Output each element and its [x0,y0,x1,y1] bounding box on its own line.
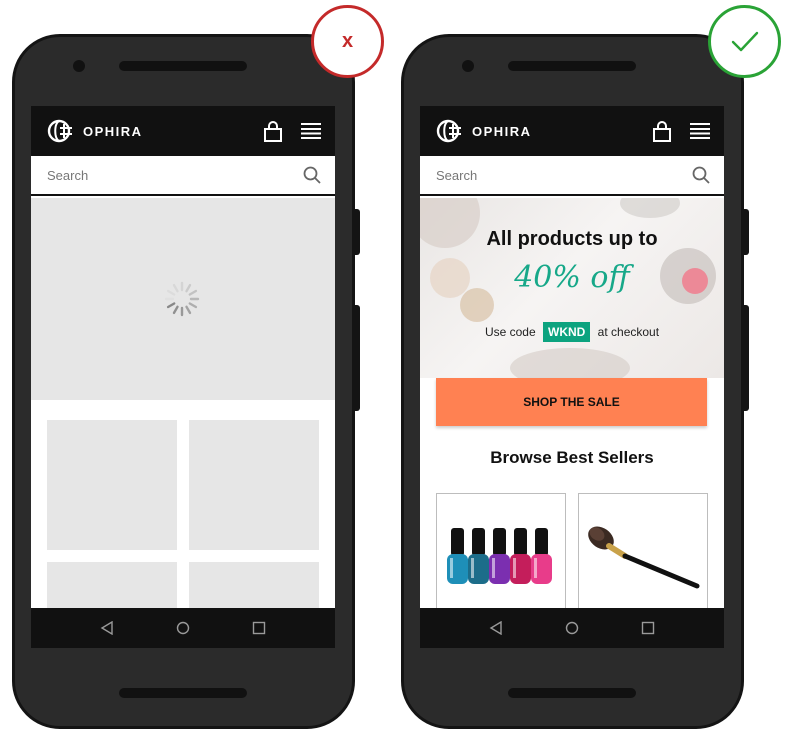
makeup-palette-decoration [510,348,630,378]
section-title: Browse Best Sellers [490,448,654,467]
promo-code-line: Use code WKND at checkout [420,322,724,342]
power-button [354,305,360,411]
phone-bottom-speaker [119,688,247,698]
loading-product-placeholder [189,420,319,550]
loading-hero-placeholder [31,198,335,400]
search-icon[interactable] [692,166,710,184]
phone-screen: OPHIRA Search [420,106,724,648]
search-bar[interactable]: Search [420,156,724,196]
phone-bad-example: OPHIRA Search [12,34,360,729]
search-input[interactable]: Search [436,168,692,183]
search-input[interactable]: Search [47,168,303,183]
shop-the-sale-button[interactable]: SHOP THE SALE [436,378,707,426]
shopping-bag-icon[interactable] [652,119,672,143]
ophira-logo-icon[interactable] [436,118,462,144]
recents-icon[interactable] [641,621,655,635]
brand-name: OPHIRA [472,123,532,139]
sale-hero-banner[interactable]: All products up to 40% off Use code WKND… [420,198,724,378]
phone-speaker [508,61,636,71]
good-example-badge [708,5,781,78]
power-button [743,305,749,411]
volume-button [354,209,360,255]
front-camera [73,60,85,72]
shopping-bag-icon[interactable] [263,119,283,143]
back-icon[interactable] [100,621,114,635]
recents-icon[interactable] [252,621,266,635]
hero-discount: 40% off [514,260,630,295]
checkmark-icon [731,31,758,51]
android-nav-bar [31,608,335,648]
front-camera [462,60,474,72]
volume-button [743,209,749,255]
x-mark: x [341,30,354,52]
hamburger-menu-icon[interactable] [690,122,710,140]
android-nav-bar [420,608,724,648]
search-icon[interactable] [303,166,321,184]
loading-product-placeholder [47,420,177,550]
phone-good-example: OPHIRA Search All products up to 40% off… [401,34,749,729]
ophira-logo-icon[interactable] [47,118,73,144]
phone-bottom-speaker [508,688,636,698]
search-bar[interactable]: Search [31,156,335,196]
brand-name: OPHIRA [83,123,143,139]
home-icon[interactable] [176,621,190,635]
phone-screen: OPHIRA Search [31,106,335,648]
promo-code-badge: WKND [543,322,591,342]
back-icon[interactable] [489,621,503,635]
app-header: OPHIRA [420,106,724,156]
makeup-brush-decoration [620,198,680,218]
hero-title: All products up to [486,228,658,250]
home-icon[interactable] [565,621,579,635]
app-header: OPHIRA [31,106,335,156]
hamburger-menu-icon[interactable] [301,122,321,140]
promo-code-prefix: Use code [484,325,536,339]
promo-code-suffix: at checkout [597,325,660,339]
bad-example-badge: x [311,5,384,78]
phone-speaker [119,61,247,71]
spinner-icon [164,281,200,317]
